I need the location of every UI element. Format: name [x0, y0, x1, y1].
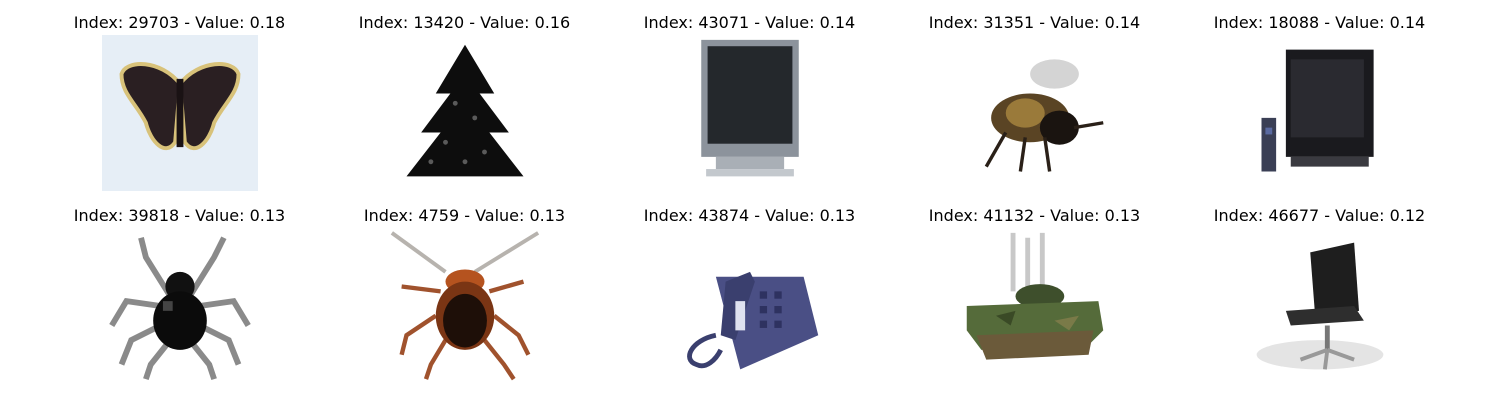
television-image	[672, 35, 828, 191]
cockroach-image	[387, 228, 543, 384]
bee-image	[957, 35, 1113, 191]
image-title: Index: 39818 - Value: 0.13	[73, 206, 286, 225]
image-title: Index: 41132 - Value: 0.13	[928, 206, 1141, 225]
image-title: Index: 31351 - Value: 0.14	[928, 13, 1141, 32]
telephone-image	[672, 228, 828, 384]
image-title: Index: 18088 - Value: 0.14	[1213, 13, 1426, 32]
television-with-remote-image	[1242, 35, 1398, 191]
image-title: Index: 46677 - Value: 0.12	[1213, 206, 1426, 225]
image-title: Index: 43874 - Value: 0.13	[643, 206, 856, 225]
spider-image	[102, 228, 258, 384]
tank-image	[957, 228, 1113, 384]
butterfly-image	[102, 35, 258, 191]
image-title: Index: 13420 - Value: 0.16	[358, 13, 571, 32]
pine-tree-image	[387, 35, 543, 191]
image-title: Index: 4759 - Value: 0.13	[363, 206, 566, 225]
image-title: Index: 29703 - Value: 0.18	[73, 13, 286, 32]
image-title: Index: 43071 - Value: 0.14	[643, 13, 856, 32]
office-chair-image	[1242, 228, 1398, 384]
